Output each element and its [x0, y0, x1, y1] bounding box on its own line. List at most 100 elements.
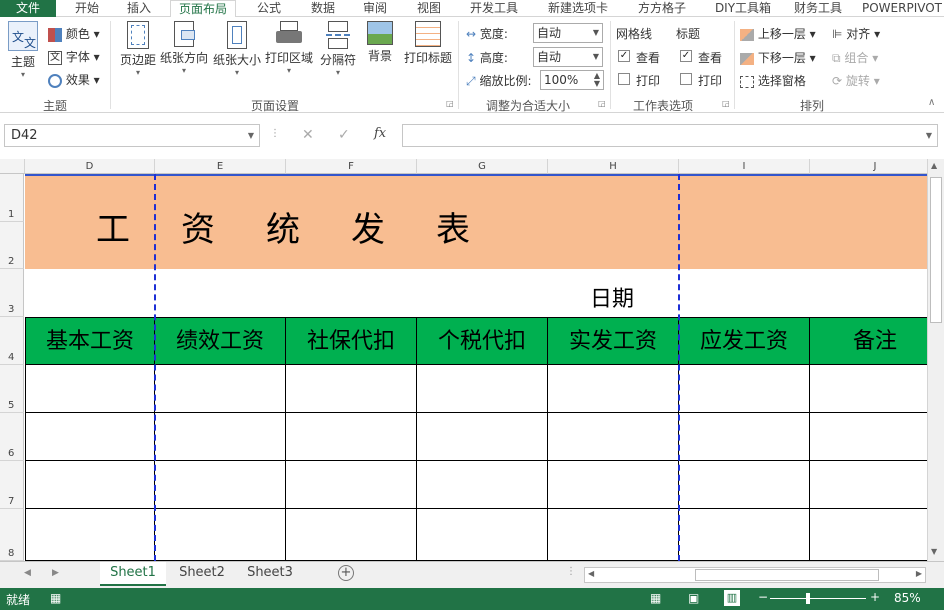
tab-fangfang[interactable]: 方方格子: [630, 0, 694, 17]
bring-forward-button[interactable]: 上移一层 ▾: [740, 25, 816, 42]
date-row[interactable]: [25, 269, 927, 317]
column-header[interactable]: J: [810, 159, 927, 174]
width-select[interactable]: 自动 ▼: [533, 23, 603, 43]
header-performance-pay[interactable]: 绩效工资: [155, 317, 286, 365]
table-cell[interactable]: [286, 365, 417, 413]
height-select[interactable]: 自动 ▼: [533, 47, 603, 67]
headings-view-checkbox[interactable]: ✓: [680, 50, 692, 62]
zoom-slider-track[interactable]: [770, 598, 866, 599]
table-cell[interactable]: [286, 509, 417, 561]
table-cell[interactable]: [417, 413, 548, 461]
page-setup-launcher-icon[interactable]: ◲: [446, 99, 454, 108]
tab-review[interactable]: 审阅: [354, 0, 396, 17]
gridlines-print-checkbox[interactable]: [618, 73, 630, 85]
table-cell[interactable]: [417, 509, 548, 561]
table-cell[interactable]: [417, 365, 548, 413]
chevron-down-icon[interactable]: ▼: [248, 125, 254, 146]
tab-file[interactable]: 文件: [0, 0, 56, 17]
table-cell[interactable]: [286, 413, 417, 461]
header-remarks[interactable]: 备注: [810, 317, 927, 365]
send-backward-button[interactable]: 下移一层 ▾: [740, 49, 816, 66]
scroll-right-icon[interactable]: ▶: [916, 569, 922, 578]
table-cell[interactable]: [155, 365, 286, 413]
header-income-tax[interactable]: 个税代扣: [417, 317, 548, 365]
group-button[interactable]: ⧉ 组合 ▾: [832, 49, 878, 66]
theme-colors-button[interactable]: 颜色 ▾: [48, 25, 100, 42]
sheet-tab-3[interactable]: Sheet3: [238, 562, 302, 586]
tab-page-layout[interactable]: 页面布局: [170, 0, 236, 18]
table-cell[interactable]: [25, 509, 155, 561]
scroll-up-icon[interactable]: ▲: [931, 161, 937, 170]
row-header[interactable]: 8: [0, 509, 24, 561]
sheet-options-launcher-icon[interactable]: ◲: [722, 99, 730, 108]
table-cell[interactable]: [810, 461, 927, 509]
header-base-salary[interactable]: 基本工资: [25, 317, 155, 365]
size-button[interactable]: 纸张大小 ▾: [212, 21, 262, 77]
themes-button[interactable]: 文 文 主题 ▾: [6, 21, 40, 79]
row-header[interactable]: 1: [0, 174, 24, 222]
scroll-down-icon[interactable]: ▼: [931, 547, 937, 556]
align-button[interactable]: ⊫ 对齐 ▾: [832, 25, 880, 42]
name-box[interactable]: D42 ▼: [4, 124, 260, 147]
row-header[interactable]: 2: [0, 222, 24, 269]
table-cell[interactable]: [155, 509, 286, 561]
row-header[interactable]: 7: [0, 461, 24, 509]
worksheet-grid[interactable]: D E F G H I J 1 2 3 4 5 6 7 8 工资统发表 日期 基…: [0, 159, 927, 561]
print-titles-button[interactable]: 打印标题: [402, 21, 454, 66]
zoom-in-icon[interactable]: +: [870, 590, 880, 604]
table-cell[interactable]: [155, 461, 286, 509]
tab-developer[interactable]: 开发工具: [462, 0, 526, 17]
horizontal-scroll-thumb[interactable]: [695, 569, 879, 581]
collapse-ribbon-icon[interactable]: ∧: [928, 97, 935, 108]
zoom-level[interactable]: 85%: [894, 591, 921, 605]
table-cell[interactable]: [25, 365, 155, 413]
table-cell[interactable]: [25, 461, 155, 509]
table-cell[interactable]: [548, 461, 679, 509]
rotate-button[interactable]: ⟳ 旋转 ▾: [832, 72, 880, 89]
table-cell[interactable]: [417, 461, 548, 509]
vertical-scrollbar[interactable]: ▲ ▼: [927, 159, 944, 561]
tab-new[interactable]: 新建选项卡: [540, 0, 616, 17]
expand-formula-bar-icon[interactable]: ▼: [926, 125, 932, 146]
table-cell[interactable]: [679, 365, 810, 413]
theme-effects-button[interactable]: 效果 ▾: [48, 71, 100, 88]
row-header[interactable]: 4: [0, 317, 24, 365]
column-header[interactable]: E: [155, 159, 286, 174]
table-cell[interactable]: [548, 365, 679, 413]
margins-button[interactable]: 页边距 ▾: [116, 21, 160, 77]
table-cell[interactable]: [810, 413, 927, 461]
table-cell[interactable]: [25, 413, 155, 461]
tab-data[interactable]: 数据: [302, 0, 344, 17]
table-cell[interactable]: [679, 413, 810, 461]
add-sheet-icon[interactable]: +: [338, 565, 354, 581]
column-header[interactable]: H: [548, 159, 679, 174]
selection-pane-button[interactable]: 选择窗格: [740, 72, 806, 89]
gridlines-view-checkbox[interactable]: ✓: [618, 50, 630, 62]
formula-input[interactable]: ▼: [402, 124, 938, 147]
headings-print-checkbox[interactable]: [680, 73, 692, 85]
scale-spinner[interactable]: 100% ▲ ▼: [540, 70, 604, 90]
vertical-scroll-thumb[interactable]: [930, 177, 942, 323]
row-header[interactable]: 3: [0, 269, 24, 317]
table-cell[interactable]: [548, 413, 679, 461]
tab-insert[interactable]: 插入: [118, 0, 160, 17]
table-cell[interactable]: [679, 461, 810, 509]
scroll-left-icon[interactable]: ◀: [588, 569, 594, 578]
spinner-arrows-icon[interactable]: ▲ ▼: [594, 72, 600, 88]
table-cell[interactable]: [155, 413, 286, 461]
column-header[interactable]: F: [286, 159, 417, 174]
orientation-button[interactable]: 纸张方向 ▾: [160, 21, 208, 75]
cancel-icon[interactable]: ✕: [302, 127, 314, 143]
tab-home[interactable]: 开始: [66, 0, 108, 17]
column-header[interactable]: D: [25, 159, 155, 174]
print-area-button[interactable]: 打印区域 ▾: [264, 21, 314, 75]
header-social-insurance[interactable]: 社保代扣: [286, 317, 417, 365]
scale-fit-launcher-icon[interactable]: ◲: [598, 99, 606, 108]
zoom-out-icon[interactable]: −: [758, 590, 768, 604]
table-cell[interactable]: [548, 509, 679, 561]
tab-split-grip-icon[interactable]: ⋮: [566, 566, 576, 577]
table-cell[interactable]: [810, 509, 927, 561]
select-all-corner[interactable]: [0, 159, 25, 174]
tab-view[interactable]: 视图: [408, 0, 450, 17]
tab-finance[interactable]: 财务工具: [786, 0, 850, 17]
